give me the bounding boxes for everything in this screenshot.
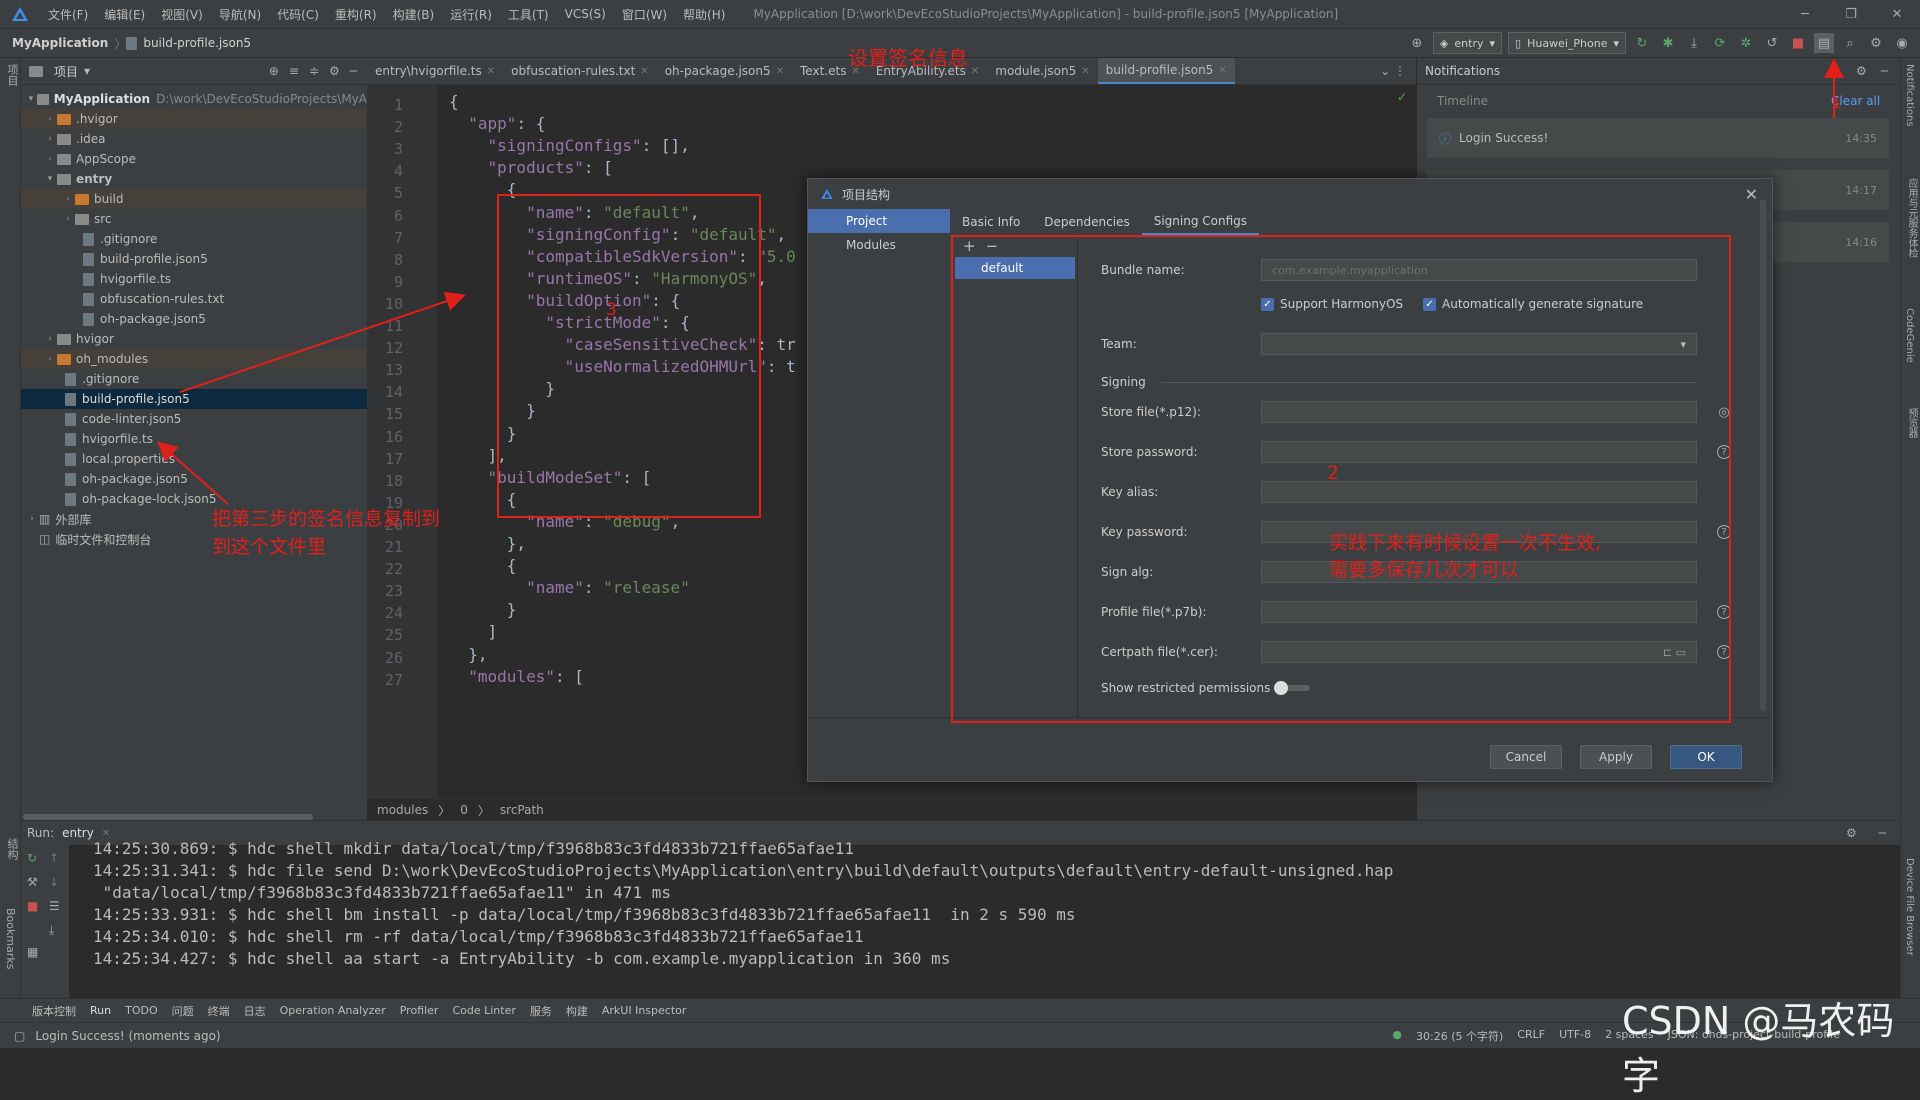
status-caret-position[interactable]: 30:26 (5 个字符) (1416, 1028, 1503, 1044)
annotation-arrow-to-file (157, 441, 229, 505)
annotation-arrow-to-code (179, 291, 466, 393)
csdn-watermark: CSDN @马农码字 (1622, 999, 1895, 1098)
tool-code-linter[interactable]: Code Linter (452, 1004, 515, 1017)
tool-todo[interactable]: TODO (125, 1004, 158, 1017)
tool-problems[interactable]: 问题 (172, 1003, 194, 1019)
tool-log[interactable]: 日志 (244, 1003, 266, 1019)
status-message[interactable]: Login Success! (moments ago) (35, 1029, 220, 1043)
tool-run[interactable]: Run (90, 1004, 111, 1017)
annotation-arrows (157, 58, 1844, 505)
status-line-separator[interactable]: CRLF (1517, 1028, 1545, 1044)
tool-vcs[interactable]: 版本控制 (32, 1003, 76, 1019)
tool-services[interactable]: 服务 (530, 1003, 552, 1019)
tool-build[interactable]: 构建 (566, 1003, 588, 1019)
tool-terminal[interactable]: 终端 (208, 1003, 230, 1019)
status-window-icon[interactable]: ▢ (14, 1029, 25, 1043)
tool-operation-analyzer[interactable]: Operation Analyzer (280, 1004, 386, 1017)
status-encoding[interactable]: UTF-8 (1559, 1028, 1591, 1044)
tool-profiler[interactable]: Profiler (400, 1004, 439, 1017)
status-ok-icon: ● (1392, 1027, 1402, 1041)
tool-arkui-inspector[interactable]: ArkUI Inspector (602, 1004, 687, 1017)
